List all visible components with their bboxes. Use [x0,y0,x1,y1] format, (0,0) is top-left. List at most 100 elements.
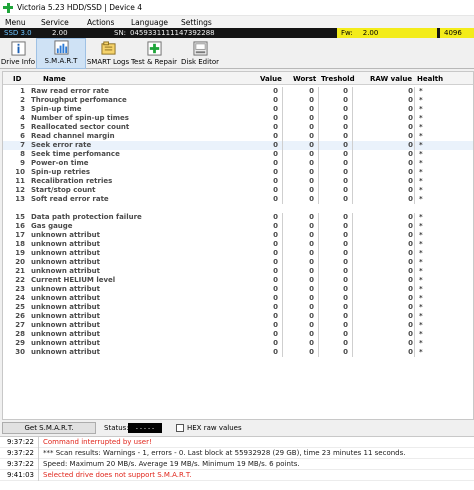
cell-value: 0 [273,222,278,230]
table-row[interactable]: 13 Soft read error rate 0 0 0 0 * [3,195,473,204]
cell-health: * [419,87,423,95]
table-row[interactable]: 2 Throughput perfomance 0 0 0 0 * [3,96,473,105]
column-divider [318,285,319,294]
table-row[interactable]: 3 Spin-up time 0 0 0 0 * [3,105,473,114]
log-time: 9:37:22 [7,449,34,457]
table-row[interactable]: 20 unknown attribut 0 0 0 0 * [3,258,473,267]
table-row[interactable]: 19 unknown attribut 0 0 0 0 * [3,249,473,258]
column-divider [414,330,415,339]
smart-button[interactable]: S.M.A.R.T [36,38,86,69]
column-divider [318,267,319,276]
cell-worst: 0 [309,105,314,113]
table-row[interactable]: 28 unknown attribut 0 0 0 0 * [3,330,473,339]
cell-worst: 0 [309,312,314,320]
column-divider [414,87,415,96]
cell-threshold: 0 [343,339,348,347]
device-bar: SSD 3.0 2.00 SN: 0459331111147392288 Fw:… [0,28,474,38]
cell-name: unknown attribut [31,285,100,293]
cell-raw: 0 [408,141,413,149]
table-row[interactable]: 4 Number of spin-up times 0 0 0 0 * [3,114,473,123]
column-divider [282,339,283,348]
column-divider [282,159,283,168]
cell-health: * [419,168,423,176]
cell-id: 5 [20,123,25,131]
column-divider [318,321,319,330]
table-row[interactable]: 18 unknown attribut 0 0 0 0 * [3,240,473,249]
cell-id: 22 [15,276,25,284]
cell-raw: 0 [408,258,413,266]
table-row[interactable]: 25 unknown attribut 0 0 0 0 * [3,303,473,312]
column-divider [318,213,319,222]
cell-threshold: 0 [343,150,348,158]
cell-value: 0 [273,114,278,122]
table-row[interactable]: 1 Raw read error rate 0 0 0 0 * [3,87,473,96]
table-row[interactable]: 12 Start/stop count 0 0 0 0 * [3,186,473,195]
table-row[interactable]: 29 unknown attribut 0 0 0 0 * [3,339,473,348]
menu-language[interactable]: Language [126,18,176,27]
table-row[interactable]: 11 Recalibration retries 0 0 0 0 * [3,177,473,186]
column-divider [414,231,415,240]
cell-name: unknown attribut [31,231,100,239]
col-value[interactable]: Value [260,75,282,83]
menu-actions[interactable]: Actions [82,18,126,27]
test-repair-button[interactable]: Test & Repair [130,38,178,69]
cell-health: * [419,231,423,239]
table-row[interactable]: 27 unknown attribut 0 0 0 0 * [3,321,473,330]
table-row[interactable]: 23 unknown attribut 0 0 0 0 * [3,285,473,294]
column-divider [352,285,353,294]
disk-editor-button[interactable]: Disk Editor [178,38,222,69]
table-row[interactable]: 26 unknown attribut 0 0 0 0 * [3,312,473,321]
log-time: 9:37:22 [7,438,34,446]
column-divider [414,312,415,321]
hex-raw-checkbox[interactable] [176,424,184,432]
column-divider [414,168,415,177]
cell-health: * [419,105,423,113]
table-row[interactable]: 10 Spin-up retries 0 0 0 0 * [3,168,473,177]
table-row[interactable]: 7 Seek error rate 0 0 0 0 * [3,141,473,150]
cell-name: unknown attribut [31,330,100,338]
col-raw[interactable]: RAW value [370,75,412,83]
col-id[interactable]: ID [13,75,21,83]
table-row[interactable]: 9 Power-on time 0 0 0 0 * [3,159,473,168]
column-divider [282,240,283,249]
hex-raw-label: HEX raw values [187,424,242,432]
table-row[interactable]: 5 Reallocated sector count 0 0 0 0 * [3,123,473,132]
table-row[interactable]: 30 unknown attribut 0 0 0 0 * [3,348,473,357]
table-row[interactable]: 24 unknown attribut 0 0 0 0 * [3,294,473,303]
cell-id: 8 [20,150,25,158]
table-row[interactable]: 22 Current HELIUM level 0 0 0 0 * [3,276,473,285]
cell-threshold: 0 [343,105,348,113]
col-name[interactable]: Name [43,75,66,83]
col-health[interactable]: Health [417,75,443,83]
cell-name: Reallocated sector count [31,123,130,131]
col-worst[interactable]: Worst [293,75,316,83]
table-row[interactable]: 21 unknown attribut 0 0 0 0 * [3,267,473,276]
column-divider [282,132,283,141]
table-row[interactable]: 6 Read channel margin 0 0 0 0 * [3,132,473,141]
cell-health: * [419,330,423,338]
drive-info-button[interactable]: Drive Info [0,38,36,69]
column-divider [282,213,283,222]
column-divider [282,150,283,159]
cell-health: * [419,195,423,203]
col-threshold[interactable]: Treshold [321,75,355,83]
column-divider [318,150,319,159]
cell-health: * [419,285,423,293]
cell-name: unknown attribut [31,348,100,356]
menu-menu[interactable]: Menu [0,18,36,27]
table-row[interactable]: 15 Data path protection failure 0 0 0 0 * [3,213,473,222]
column-divider [352,186,353,195]
table-row[interactable]: 8 Seek time perfomance 0 0 0 0 * [3,150,473,159]
device-capacity: 4096 [440,28,474,38]
table-row[interactable]: 16 Gas gauge 0 0 0 0 * [3,222,473,231]
cell-id: 30 [15,348,25,356]
cell-threshold: 0 [343,213,348,221]
get-smart-button[interactable]: Get S.M.A.R.T. [2,422,96,434]
table-row[interactable]: 17 unknown attribut 0 0 0 0 * [3,231,473,240]
menu-settings[interactable]: Settings [176,18,217,27]
cell-value: 0 [273,150,278,158]
smart-logs-button[interactable]: SMART Logs [86,38,130,69]
column-divider [414,267,415,276]
column-divider [282,267,283,276]
menu-service[interactable]: Service [36,18,82,27]
